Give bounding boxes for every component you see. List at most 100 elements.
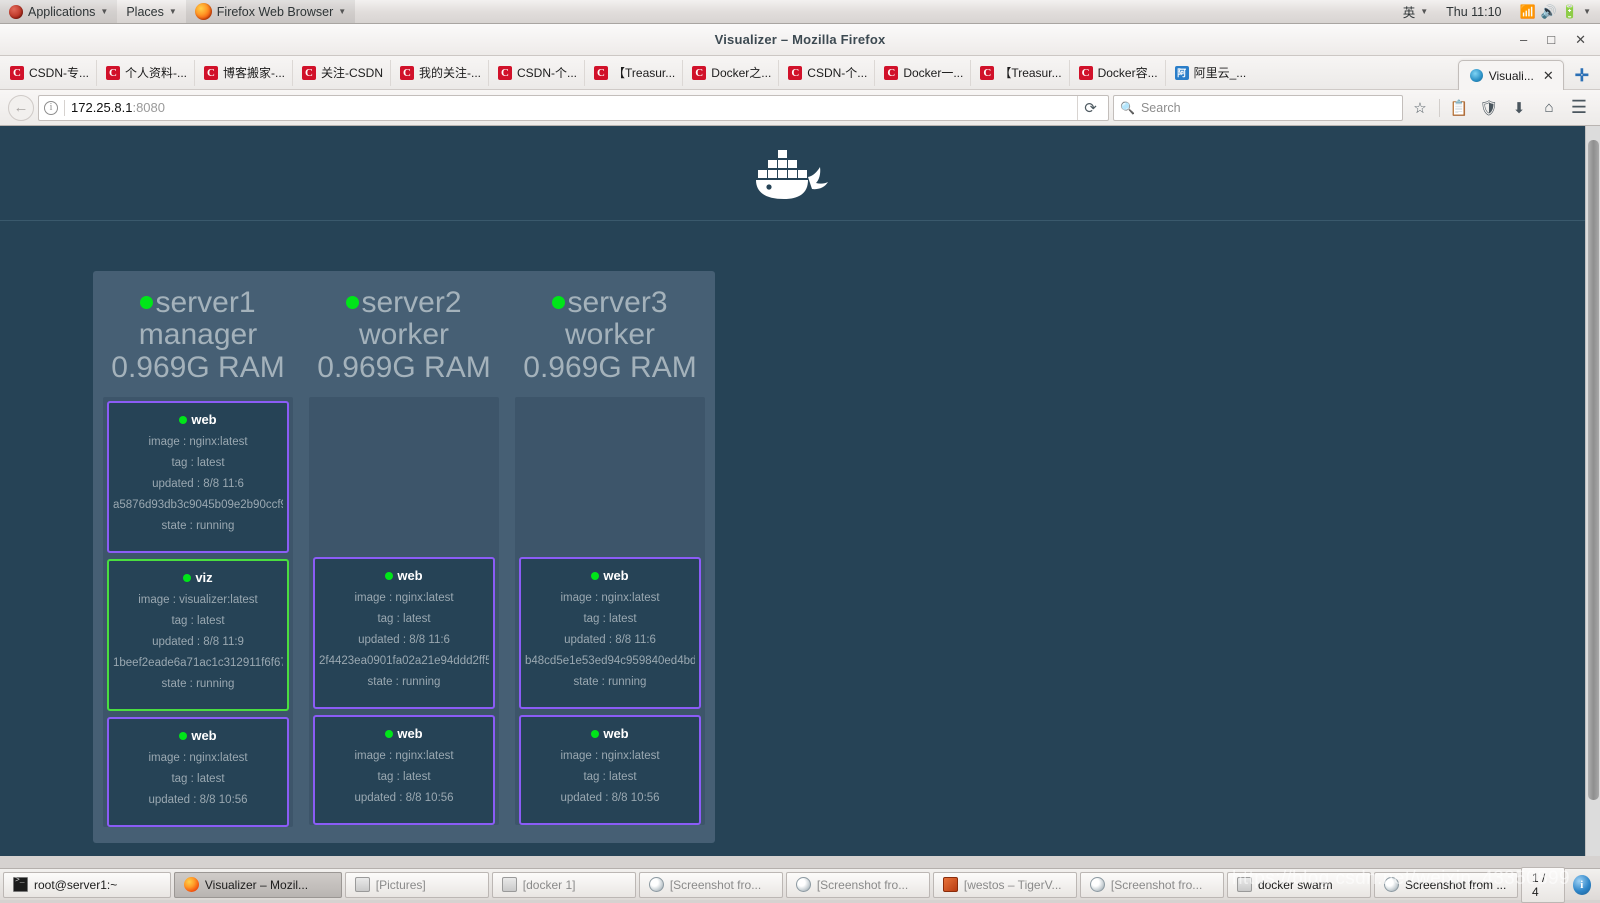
current-app-label: Firefox Web Browser xyxy=(217,5,333,19)
task-card[interactable]: web image : nginx:latest tag : latest up… xyxy=(519,557,701,709)
url-bar[interactable]: i 172.25.8.1:8080 ⟳ xyxy=(38,95,1109,121)
back-button[interactable]: ← xyxy=(8,95,34,121)
taskbar-item-terminal[interactable]: root@server1:~ xyxy=(3,872,171,898)
tray-badge-icon[interactable]: i xyxy=(1573,875,1591,895)
task-card[interactable]: viz image : visualizer:latest tag : late… xyxy=(107,559,289,711)
system-status-menu[interactable]: 📶 🔊 🔋 ▼ xyxy=(1511,0,1600,23)
bookmark-item[interactable]: C【Treasur... xyxy=(973,60,1069,86)
docker-whale-logo xyxy=(754,145,832,201)
pocket-icon[interactable]: 🛡 xyxy=(1476,95,1502,121)
task-card[interactable]: web image : nginx:latest tag : latest up… xyxy=(107,401,289,553)
task-image: image : nginx:latest xyxy=(319,750,489,762)
bookmark-item[interactable]: CCSDN-个... xyxy=(781,60,875,86)
task-id: a5876d93db3c9045b09e2b90ccf95 xyxy=(113,499,283,511)
csdn-icon: C xyxy=(884,66,898,80)
node-name: server1 xyxy=(155,286,255,319)
taskbar-item-screenshot-1[interactable]: [Screenshot fro... xyxy=(639,872,783,898)
task-title-row: web xyxy=(525,568,695,583)
task-card[interactable]: web image : nginx:latest tag : latest up… xyxy=(107,717,289,827)
taskbar-item-docker-swarm[interactable]: docker swarm xyxy=(1227,872,1371,898)
url-port: :8080 xyxy=(132,100,165,115)
downloads-icon[interactable]: ⬇ xyxy=(1506,95,1532,121)
current-app-menu[interactable]: Firefox Web Browser ▼ xyxy=(186,0,355,23)
bookmark-item[interactable]: C个人资料-... xyxy=(99,60,195,86)
taskbar-label: [Screenshot fro... xyxy=(670,878,761,892)
taskbar-item-visualizer[interactable]: Visualizer – Mozil... xyxy=(174,872,342,898)
task-image: image : nginx:latest xyxy=(113,436,283,448)
home-icon[interactable]: ⌂ xyxy=(1536,95,1562,121)
close-icon[interactable]: ✕ xyxy=(1543,68,1554,84)
reader-icon[interactable]: 📋 xyxy=(1446,95,1472,121)
aliyun-icon: 阿 xyxy=(1175,66,1189,80)
task-tag: tag : latest xyxy=(319,613,489,625)
taskbar-item-pictures[interactable]: [Pictures] xyxy=(345,872,489,898)
bookmark-item[interactable]: CCSDN-个... xyxy=(491,60,585,86)
reload-icon[interactable]: ⟳ xyxy=(1077,96,1103,120)
taskbar-item-screenshot-3[interactable]: [Screenshot fro... xyxy=(1080,872,1224,898)
task-tag: tag : latest xyxy=(113,773,283,785)
bookmark-item[interactable]: CDocker容... xyxy=(1072,60,1166,86)
firefox-icon xyxy=(184,877,199,892)
nodes-area: server1 manager 0.969G RAM web image : n… xyxy=(0,221,1585,843)
clock[interactable]: Thu 11:10 xyxy=(1437,0,1510,23)
bookmark-item[interactable]: C关注-CSDN xyxy=(295,60,391,86)
status-dot-icon xyxy=(591,572,599,580)
minimize-button[interactable]: – xyxy=(1520,33,1527,46)
node-header: server3 worker 0.969G RAM xyxy=(515,287,705,384)
taskbar-item-screenshot-2[interactable]: [Screenshot fro... xyxy=(786,872,930,898)
taskbar-item-docker1[interactable]: [docker 1] xyxy=(492,872,636,898)
task-tag: tag : latest xyxy=(113,615,283,627)
status-dot-icon xyxy=(179,732,187,740)
csdn-icon: C xyxy=(692,66,706,80)
taskbar-item-tigervnc[interactable]: [westos – TigerV... xyxy=(933,872,1077,898)
files-icon xyxy=(502,877,517,892)
new-tab-button[interactable]: ✛ xyxy=(1564,66,1600,90)
divider xyxy=(64,100,65,116)
node-tasks: web image : nginx:latest tag : latest up… xyxy=(103,397,293,827)
node-name-row: server1 xyxy=(103,287,293,319)
taskbar-label: docker swarm xyxy=(1258,878,1333,892)
window-title: Visualizer – Mozilla Firefox xyxy=(0,32,1600,47)
bookmark-label: 关注-CSDN xyxy=(321,64,383,81)
input-method-indicator[interactable]: 英 ▼ xyxy=(1394,0,1437,23)
task-image: image : nginx:latest xyxy=(525,592,695,604)
task-card[interactable]: web image : nginx:latest tag : latest up… xyxy=(519,715,701,825)
bookmark-star-icon[interactable]: ☆ xyxy=(1407,95,1433,121)
maximize-button[interactable]: □ xyxy=(1547,33,1555,46)
task-updated: updated : 8/8 11:9 xyxy=(113,636,283,648)
applications-menu[interactable]: Applications ▼ xyxy=(0,0,117,23)
bookmark-item[interactable]: C 【Treasur... xyxy=(587,60,683,86)
menu-icon[interactable]: ☰ xyxy=(1566,95,1592,121)
bookmark-item[interactable]: CDocker一... xyxy=(877,60,971,86)
csdn-icon: C xyxy=(594,66,608,80)
taskbar-label: [docker 1] xyxy=(523,878,576,892)
site-info-icon[interactable]: i xyxy=(44,101,58,115)
scrollbar-thumb[interactable] xyxy=(1588,140,1599,800)
taskbar-label: [Pictures] xyxy=(376,878,426,892)
taskbar-item-screenshot-4[interactable]: Screenshot from ... xyxy=(1374,872,1518,898)
window-list-taskbar: root@server1:~ Visualizer – Mozil... [Pi… xyxy=(0,868,1600,900)
task-title-row: web xyxy=(319,568,489,583)
status-dot-icon xyxy=(552,296,565,309)
task-card[interactable]: web image : nginx:latest tag : latest up… xyxy=(313,715,495,825)
node-tasks: web image : nginx:latest tag : latest up… xyxy=(515,397,705,825)
gnome-logo-icon xyxy=(9,5,23,19)
task-card[interactable]: web image : nginx:latest tag : latest up… xyxy=(313,557,495,709)
bookmark-label: CSDN-个... xyxy=(807,64,867,81)
bookmark-item[interactable]: CCSDN-专... xyxy=(3,60,97,86)
node-role: manager xyxy=(103,319,293,351)
node-name: server3 xyxy=(567,286,667,319)
bookmark-item[interactable]: C博客搬家-... xyxy=(197,60,293,86)
bookmark-item[interactable]: 阿阿里云_... xyxy=(1168,60,1254,86)
bookmark-item[interactable]: C我的关注-... xyxy=(393,60,489,86)
workspace-count[interactable]: 1 / 4 xyxy=(1521,867,1565,903)
close-button[interactable]: ✕ xyxy=(1575,33,1586,46)
bookmark-item[interactable]: CDocker之... xyxy=(685,60,779,86)
tab-visualizer[interactable]: Visuali... ✕ xyxy=(1458,60,1564,90)
status-dot-icon xyxy=(385,730,393,738)
bookmark-label: 【Treasur... xyxy=(613,64,675,81)
page-scrollbar[interactable] xyxy=(1585,126,1600,856)
places-menu[interactable]: Places ▼ xyxy=(117,0,185,23)
search-input[interactable]: 🔍 Search xyxy=(1113,95,1403,121)
csdn-icon: C xyxy=(980,66,994,80)
